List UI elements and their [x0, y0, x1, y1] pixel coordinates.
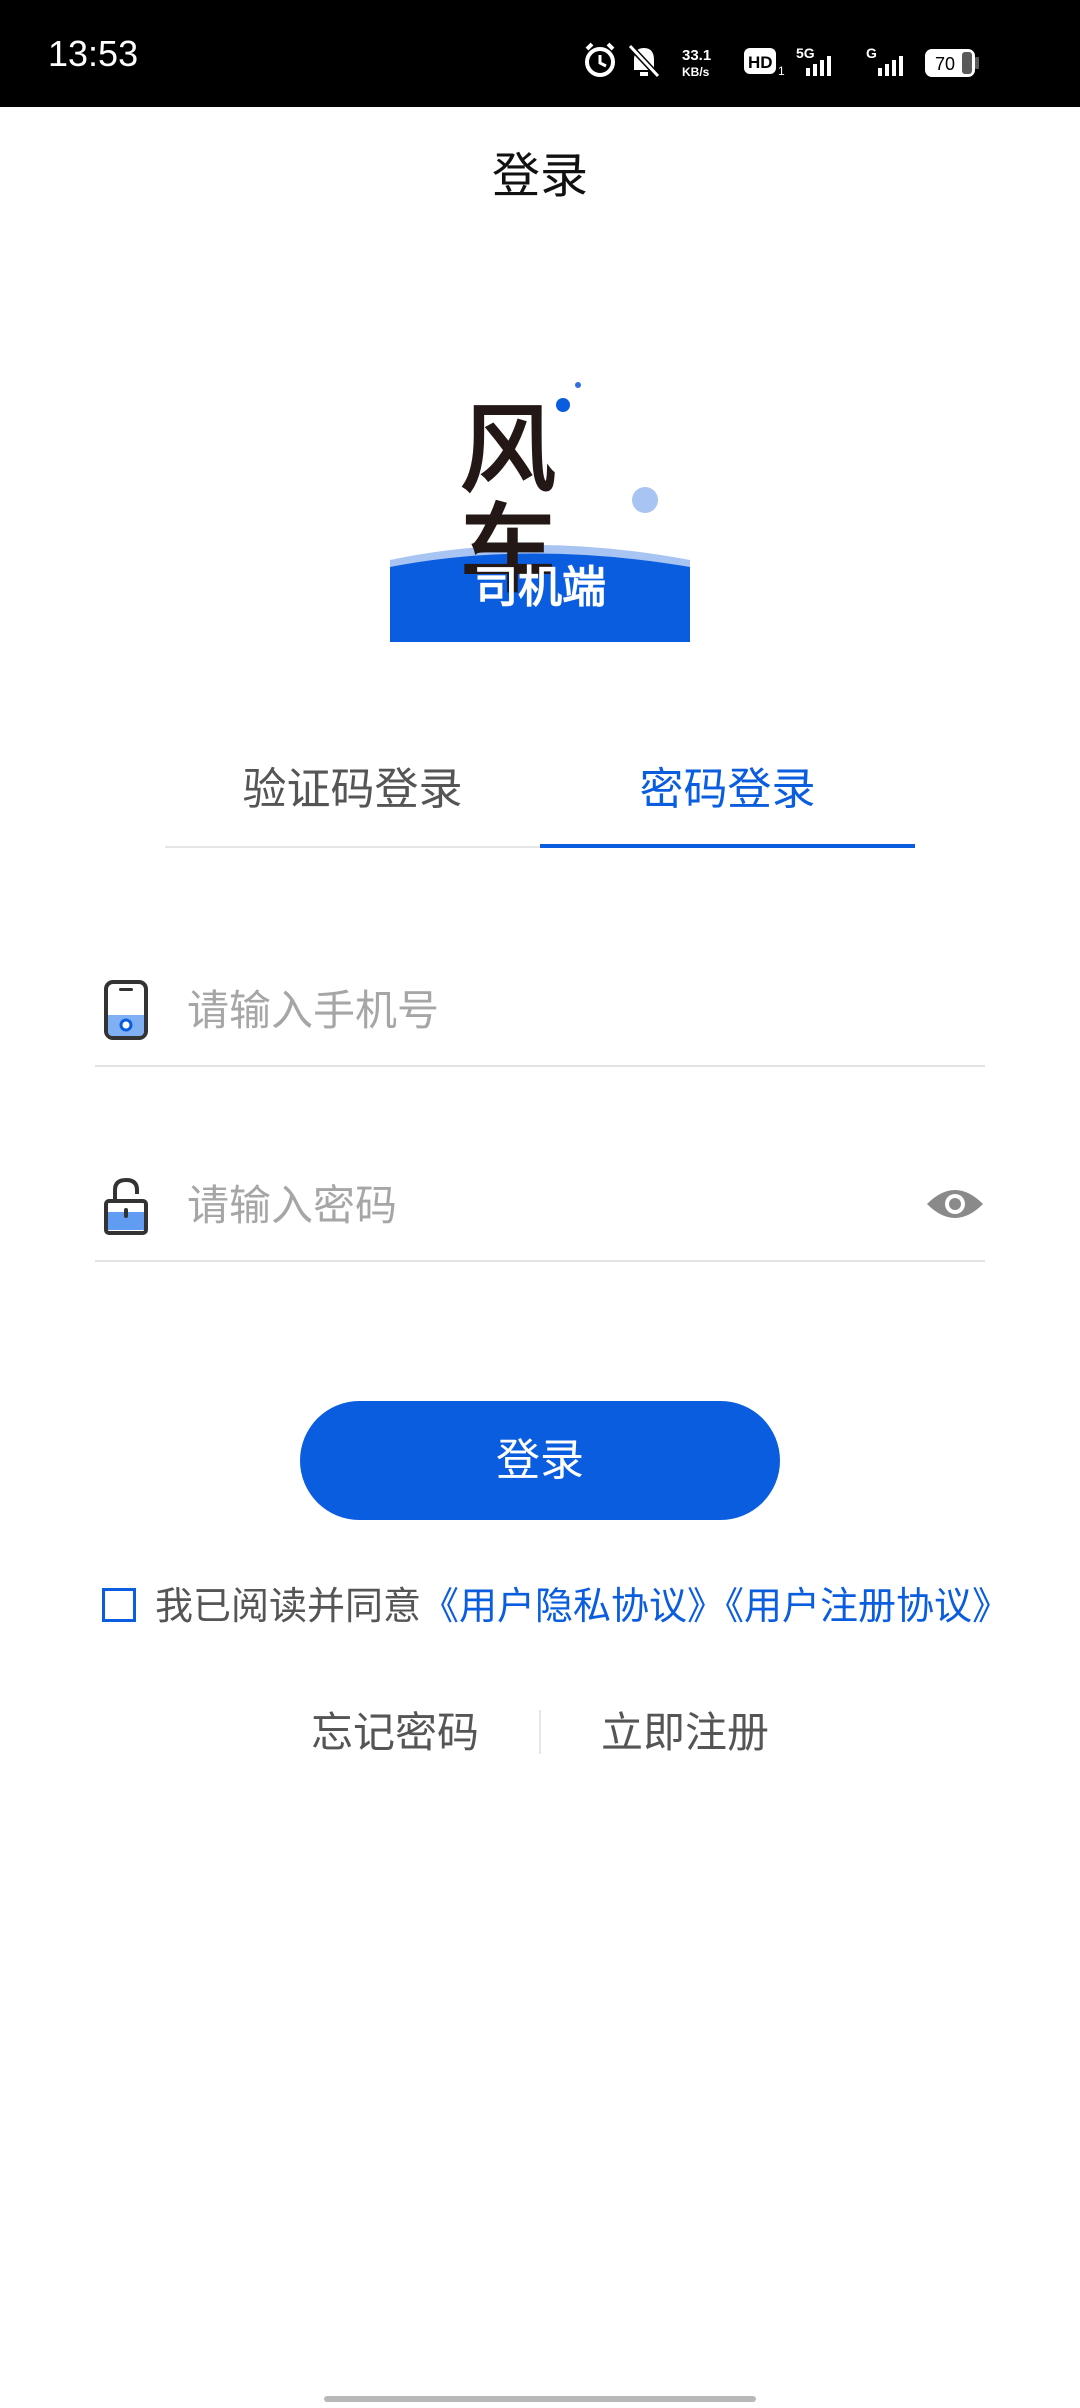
- lock-open-icon: [103, 1174, 149, 1236]
- signal-5g-icon: 5G: [796, 45, 831, 76]
- tab-password-login[interactable]: 密码登录: [540, 740, 915, 848]
- status-bar: 13:53 33.1 KB/s HD 1 5G G 70: [0, 0, 1080, 107]
- phone-input[interactable]: [187, 975, 877, 1045]
- status-icons: 33.1 KB/s HD 1 5G G 70: [585, 42, 979, 79]
- eye-icon[interactable]: [925, 1184, 985, 1224]
- bell-muted-icon: [627, 43, 661, 79]
- signal-g-icon: G: [866, 45, 903, 76]
- tab-sms-login[interactable]: 验证码登录: [165, 740, 540, 848]
- network-5g-label: 5G: [796, 45, 815, 61]
- network-speed-unit: KB/s: [682, 65, 710, 79]
- hd-label: HD: [748, 53, 773, 72]
- battery-icon: 70: [925, 49, 979, 77]
- password-input[interactable]: [187, 1170, 877, 1240]
- agreement-checkbox[interactable]: [102, 1588, 136, 1622]
- home-indicator[interactable]: [324, 2396, 756, 2402]
- page-title: 登录: [491, 148, 588, 204]
- privacy-policy-link[interactable]: 《用户隐私协议》: [421, 1584, 725, 1628]
- hd-icon: HD 1: [744, 48, 785, 78]
- status-time: 13:53: [48, 33, 139, 74]
- phone-icon: [103, 979, 149, 1041]
- login-button[interactable]: 登录: [300, 1401, 780, 1520]
- register-now-link[interactable]: 立即注册: [580, 1705, 790, 1761]
- forgot-password-link[interactable]: 忘记密码: [290, 1705, 500, 1761]
- network-g-label: G: [866, 45, 877, 61]
- alarm-icon: [585, 42, 615, 77]
- agreement-row: 我已阅读并同意《用户隐私协议》《用户注册协议》: [155, 1580, 1035, 1632]
- register-agreement-link[interactable]: 《用户注册协议》: [725, 1584, 1010, 1628]
- logo-badge-text: 司机端: [474, 562, 606, 613]
- battery-level: 70: [935, 54, 955, 74]
- links-divider: [539, 1710, 541, 1754]
- sim1-label: 1: [778, 64, 785, 78]
- password-field: [95, 1150, 985, 1262]
- login-tabs: 验证码登录 密码登录: [165, 740, 915, 848]
- agreement-text: 我已阅读并同意: [155, 1584, 422, 1628]
- network-speed-value: 33.1: [682, 47, 711, 64]
- phone-field: [95, 955, 985, 1067]
- logo-brand-text: 风车: [460, 393, 556, 606]
